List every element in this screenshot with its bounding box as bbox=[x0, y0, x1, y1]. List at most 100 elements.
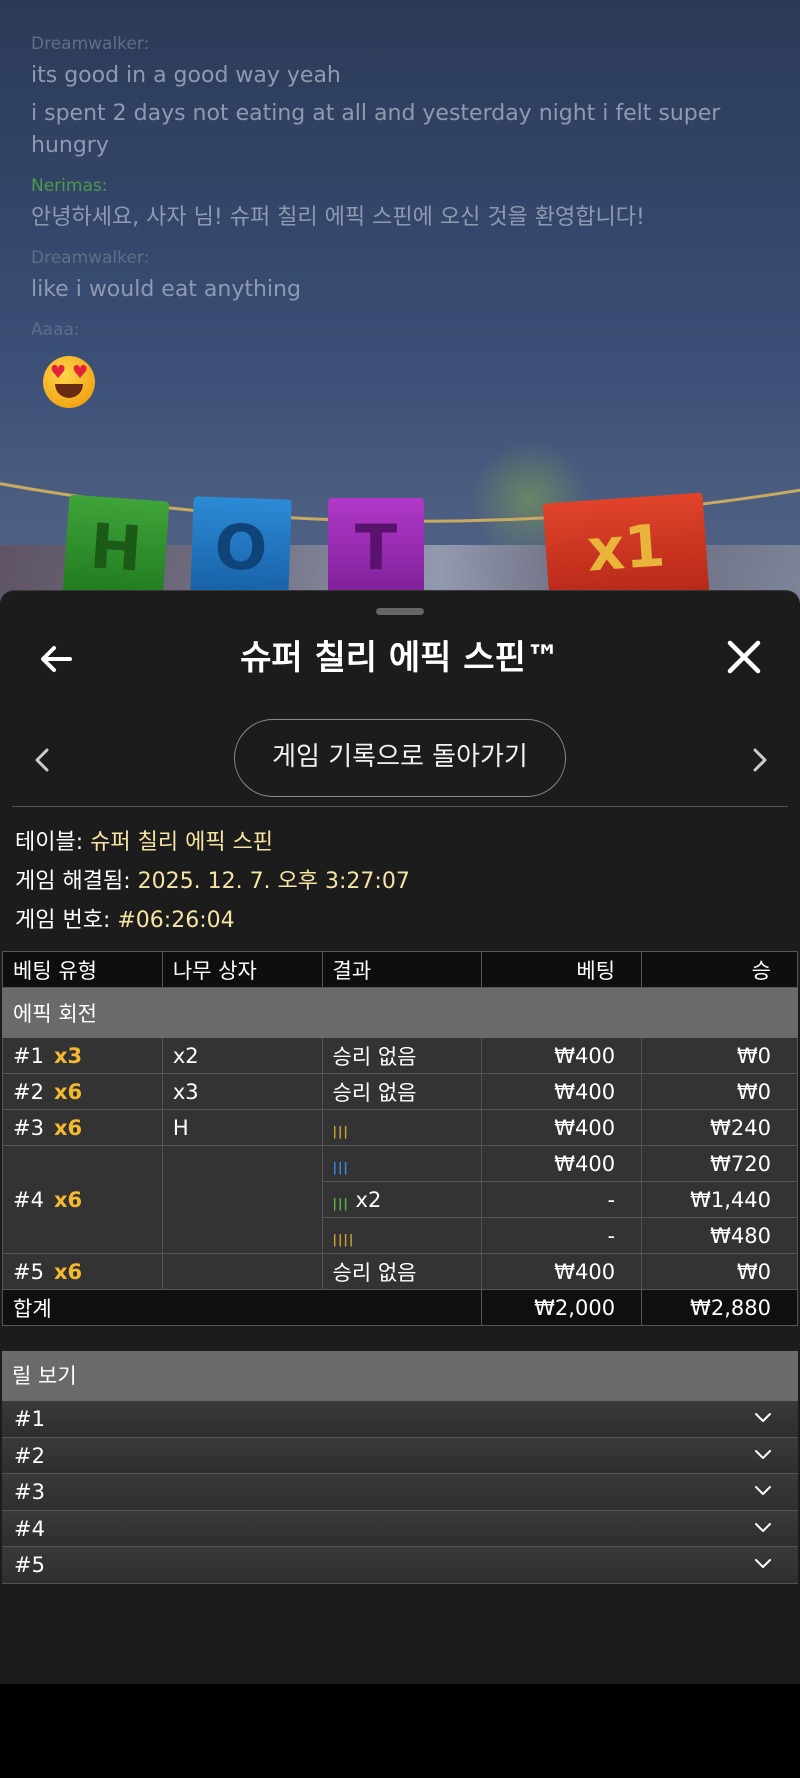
bet-cell: ₩400 bbox=[481, 1145, 643, 1182]
total-win: ₩2,880 bbox=[641, 1289, 798, 1326]
info-value: 슈퍼 칠리 에픽 스핀 bbox=[90, 830, 274, 855]
result-cell: ꞁꞁꞁ bbox=[321, 1145, 483, 1182]
multiplier: x6 bbox=[53, 1115, 83, 1140]
blue-chili-icon: ꞁꞁꞁ bbox=[332, 1155, 349, 1175]
back-to-history-button[interactable]: 게임 기록으로 돌아가기 bbox=[234, 719, 566, 797]
chat-feed: Dreamwalker: its good in a good way yeah… bbox=[31, 34, 771, 426]
history-nav: 게임 기록으로 돌아가기 bbox=[0, 719, 800, 799]
result-cell: 승리 없음 bbox=[321, 1037, 483, 1074]
win-cell: ₩1,440 bbox=[641, 1181, 798, 1218]
back-arrow-icon[interactable] bbox=[36, 639, 76, 679]
table-row: #1 x3 x2 승리 없음 ₩400 ₩0 bbox=[2, 1037, 798, 1074]
spin-id: #4 bbox=[13, 1187, 44, 1212]
chat-message: Dreamwalker: its good in a good way yeah… bbox=[31, 34, 771, 162]
table-header-row: 베팅 유형 나무 상자 결과 베팅 승 bbox=[2, 951, 798, 988]
result-cell: ꞁꞁꞁ bbox=[321, 1109, 483, 1146]
reel-label: #2 bbox=[14, 1443, 45, 1468]
win-cell: ₩0 bbox=[641, 1073, 798, 1110]
result-cell: 승리 없음 bbox=[321, 1073, 483, 1110]
box-cell bbox=[161, 1145, 323, 1254]
win-cell: ₩0 bbox=[641, 1253, 798, 1290]
chevron-down-icon[interactable] bbox=[754, 1521, 772, 1535]
chat-text: 안녕하세요, 사자 님! 슈퍼 칠리 에픽 스핀에 오신 것을 환영합니다! bbox=[31, 205, 645, 230]
reel-view-header: 릴 보기 bbox=[2, 1351, 798, 1401]
win-cell: ₩480 bbox=[641, 1217, 798, 1254]
chat-message: Dreamwalker: like i would eat anything bbox=[31, 248, 771, 306]
chevron-down-icon[interactable] bbox=[754, 1448, 772, 1462]
win-cell: ₩720 bbox=[641, 1145, 798, 1182]
bet-cell: - bbox=[481, 1181, 643, 1218]
chevron-down-icon[interactable] bbox=[754, 1557, 772, 1571]
green-chili-icon: ꞁꞁꞁ bbox=[332, 1191, 349, 1211]
bet-cell: ₩400 bbox=[481, 1073, 643, 1110]
bet-cell: - bbox=[481, 1217, 643, 1254]
result-cell: 승리 없음 bbox=[321, 1253, 483, 1290]
game-history-panel: 슈퍼 칠리 에픽 스핀™ 게임 기록으로 돌아가기 테이블: 슈퍼 칠리 에픽 … bbox=[0, 590, 800, 1684]
yellow-chili-icon: ꞁꞁꞁ bbox=[332, 1119, 349, 1139]
panel-title: 슈퍼 칠리 에픽 스핀™ bbox=[240, 638, 560, 678]
chevron-down-icon[interactable] bbox=[754, 1484, 772, 1498]
column-header: 베팅 bbox=[481, 951, 643, 988]
yellow-chili-icon: ꞁꞁꞁꞁ bbox=[332, 1227, 355, 1247]
result-extra: x2 bbox=[355, 1187, 382, 1212]
multiplier: x6 bbox=[53, 1259, 83, 1284]
bet-cell: ₩400 bbox=[481, 1109, 643, 1146]
reel-list: #1 #2 #3 #4 #5 bbox=[2, 1401, 798, 1584]
result-cell: ꞁꞁꞁ x2 bbox=[321, 1181, 483, 1218]
bet-type-cell: #3 x6 bbox=[2, 1109, 163, 1146]
chat-message: Nerimas: 안녕하세요, 사자 님! 슈퍼 칠리 에픽 스핀에 오신 것을… bbox=[31, 176, 771, 234]
info-resolved: 게임 해결됨: 2025. 12. 7. 오후 3:27:07 bbox=[15, 862, 410, 901]
chat-message: Aaaa: ♥ ♥ bbox=[31, 320, 771, 412]
divider bbox=[12, 806, 788, 807]
reel-item[interactable]: #3 bbox=[2, 1474, 798, 1511]
column-header: 결과 bbox=[321, 951, 483, 988]
bet-cell: ₩400 bbox=[481, 1253, 643, 1290]
section-row: 에픽 회전 bbox=[2, 987, 798, 1038]
reel-item[interactable]: #2 bbox=[2, 1437, 798, 1474]
column-header: 베팅 유형 bbox=[2, 951, 163, 988]
bet-type-cell: #4 x6 bbox=[2, 1145, 163, 1254]
multiplier: x6 bbox=[53, 1079, 83, 1104]
box-cell bbox=[161, 1253, 323, 1290]
info-value: #06:26:04 bbox=[117, 908, 235, 933]
table-row: #3 x6 H ꞁꞁꞁ ₩400 ₩240 bbox=[2, 1109, 798, 1146]
chat-author: Dreamwalker: bbox=[31, 248, 150, 268]
reel-label: #5 bbox=[14, 1553, 45, 1577]
close-icon[interactable] bbox=[724, 637, 764, 677]
chevron-left-icon[interactable] bbox=[28, 745, 58, 775]
reel-item[interactable]: #5 bbox=[2, 1547, 798, 1584]
bet-table: 베팅 유형 나무 상자 결과 베팅 승 에픽 회전 #1 x3 x2 승리 없음 … bbox=[1, 951, 798, 1326]
spin-id: #5 bbox=[13, 1259, 44, 1284]
column-header: 나무 상자 bbox=[161, 951, 323, 988]
multiplier: x3 bbox=[53, 1043, 83, 1068]
reel-item[interactable]: #1 bbox=[2, 1401, 798, 1438]
game-info: 테이블: 슈퍼 칠리 에픽 스핀 게임 해결됨: 2025. 12. 7. 오후… bbox=[15, 823, 410, 940]
result-cell: ꞁꞁꞁꞁ bbox=[321, 1217, 483, 1254]
bet-type-cell: #5 x6 bbox=[2, 1253, 163, 1290]
flag-t: T bbox=[328, 498, 424, 598]
chevron-down-icon[interactable] bbox=[754, 1411, 772, 1425]
total-label: 합계 bbox=[1, 1289, 483, 1326]
total-bet: ₩2,000 bbox=[481, 1289, 643, 1326]
flag-multiplier: x1 bbox=[542, 492, 710, 604]
box-cell: H bbox=[161, 1109, 323, 1146]
chat-author: Aaaa: bbox=[31, 320, 80, 340]
spin-id: #1 bbox=[13, 1043, 44, 1068]
win-cell: ₩0 bbox=[641, 1037, 798, 1074]
reel-label: #4 bbox=[14, 1516, 45, 1541]
reel-label: #1 bbox=[14, 1407, 45, 1431]
chevron-right-icon[interactable] bbox=[744, 745, 774, 775]
win-cell: ₩240 bbox=[641, 1109, 798, 1146]
chat-text: i spent 2 days not eating at all and yes… bbox=[31, 101, 721, 158]
chat-author: Nerimas: bbox=[31, 176, 108, 196]
info-label: 게임 해결됨: bbox=[15, 869, 131, 894]
drag-handle[interactable] bbox=[376, 608, 424, 615]
reel-label: #3 bbox=[14, 1480, 45, 1504]
bet-cell: ₩400 bbox=[481, 1037, 643, 1074]
section-title: 에픽 회전 bbox=[2, 987, 798, 1038]
bet-type-cell: #2 x6 bbox=[2, 1073, 163, 1110]
info-label: 테이블: bbox=[15, 830, 84, 855]
table-row: #2 x6 x3 승리 없음 ₩400 ₩0 bbox=[2, 1073, 798, 1110]
reel-item[interactable]: #4 bbox=[2, 1510, 798, 1547]
multiplier: x6 bbox=[53, 1187, 83, 1212]
